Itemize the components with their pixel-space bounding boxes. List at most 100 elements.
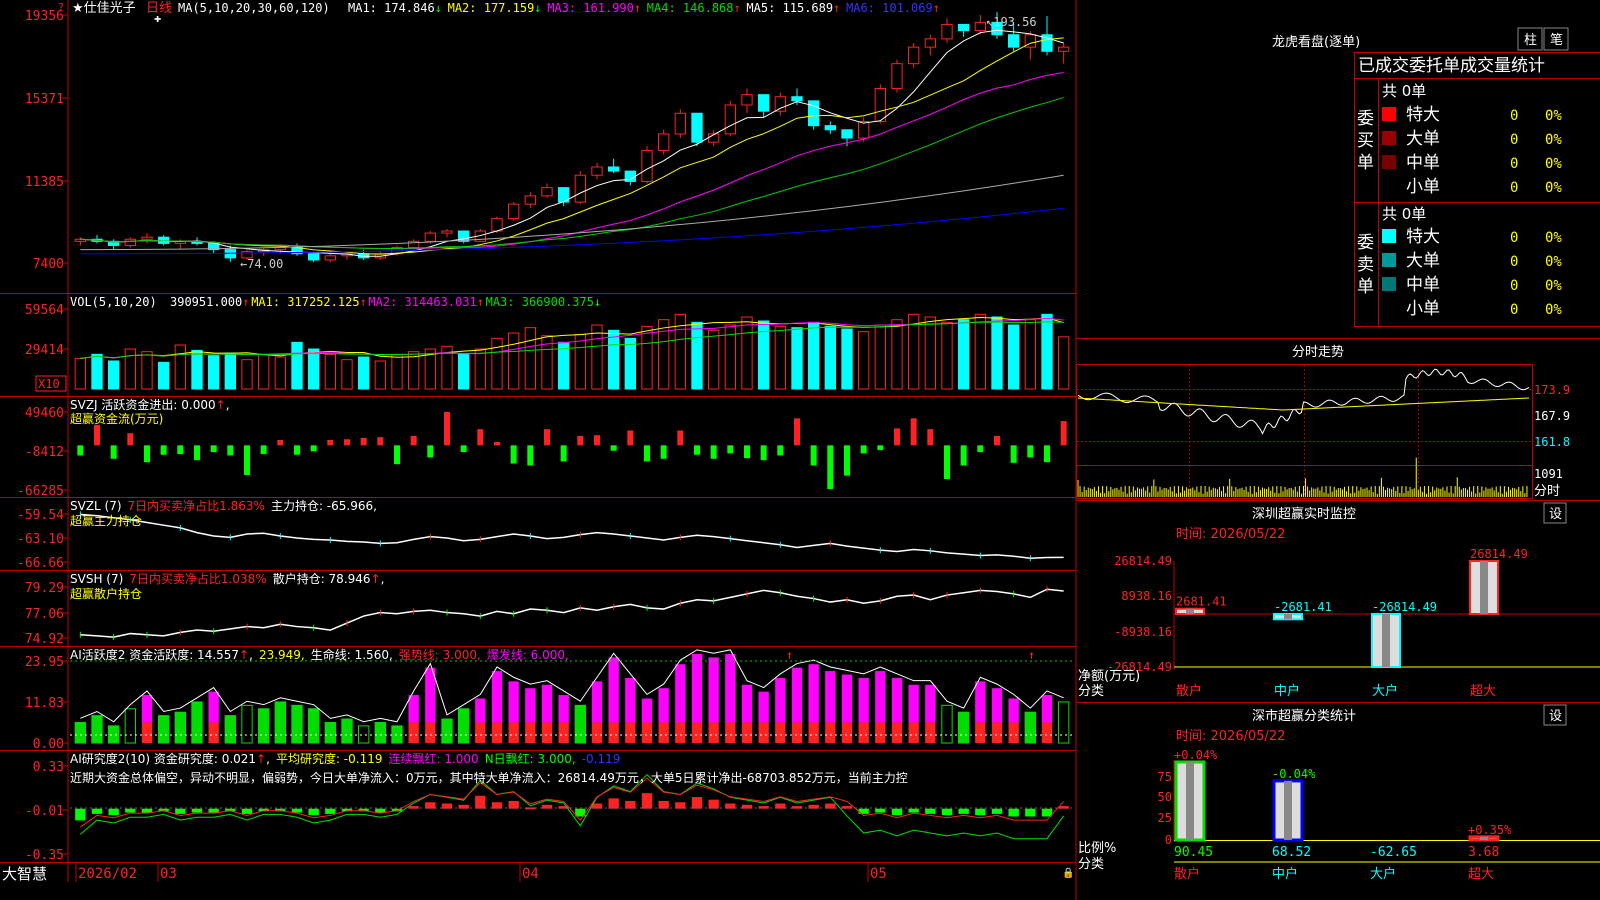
svzj-bar <box>477 429 484 446</box>
ai1-bar <box>775 677 786 723</box>
svsh-y-axis: 79.29 77.06 74.92 <box>25 581 68 647</box>
monitor-category: 散户 <box>1176 683 1202 699</box>
svsh-line <box>79 586 1064 641</box>
svzj-bar <box>227 445 234 456</box>
chart-mode-label[interactable]: 柱 <box>1524 33 1537 48</box>
ai1-bar <box>308 708 320 744</box>
y-tick-label: 29414 <box>25 343 64 358</box>
ai2-bar <box>1025 808 1036 817</box>
monitor-y-tick: 8938.16 <box>1121 589 1172 603</box>
pen-mode-label[interactable]: 笔 <box>1550 32 1563 48</box>
classify-change-label: +0.35% <box>1468 823 1512 837</box>
svzl-pane[interactable]: -59.54 -63.10 -66.66 SVZL (7) 7日内买卖净占比1.863… <box>17 498 1064 571</box>
ai-research-pane[interactable]: 0.33 -0.01 -0.35 AI研究度2(10) 资金研究度: 0.021↑,… <box>25 751 1072 863</box>
kline-pane[interactable]: 1935615371113857400 ★仕佳光子 日线 MA(5,10,20,… <box>25 1 1070 272</box>
ai1-bar <box>508 681 519 723</box>
ai2-bar <box>608 798 619 809</box>
ai1-bar <box>758 722 769 743</box>
candle-body <box>124 238 136 246</box>
ai1-bar <box>324 721 336 744</box>
volume-bar <box>974 313 987 390</box>
y-tick-label: 11.83 <box>25 696 64 711</box>
ai1-bar <box>491 671 503 723</box>
ai1-bar <box>1058 701 1070 744</box>
svsh-polyline <box>80 588 1064 638</box>
ai1-bar <box>625 677 636 723</box>
lhb-panel: 龙虎看盘(逐单) 柱 笔 已成交委托单成交量统计 委买单 委卖单 共 0单 共 … <box>1272 27 1600 327</box>
ai1-bar <box>641 698 653 723</box>
svzj-bar <box>360 437 367 446</box>
order-pct: 0% <box>1545 156 1562 172</box>
classify-bar-chart: 75 50 25 0 +0.04% 90.45 散户 -0.04% 68.52 中户 -62.65 大… <box>1158 748 1600 882</box>
ai2-bar <box>858 808 869 814</box>
volume-bar <box>391 353 403 390</box>
x-tick-label: 05 <box>870 866 887 882</box>
svsh-header: SVSH (7) 7日内买卖净占比1.038% 散户持仓: 78.946↑, <box>70 571 384 586</box>
realtime-monitor-panel[interactable]: 深圳超赢实时监控 设 时间: 2026/05/22 26814.49 8938.1… <box>1076 500 1600 700</box>
ai1-bar <box>891 722 903 743</box>
candle-body <box>524 195 537 205</box>
monitor-bar-shade <box>1480 561 1488 614</box>
order-count: 0 <box>1510 230 1518 246</box>
ai2-bar <box>125 808 136 813</box>
volume-bar <box>874 324 887 390</box>
ai1-bar <box>908 722 919 743</box>
x-tick-label: 2026/02 <box>78 866 137 882</box>
intraday-price-tick: 167.9 <box>1534 409 1570 423</box>
svzj-pane[interactable]: 49460 -8412 -66285 SVZJ 活跃资金进出: 0.000↑, 超赢… <box>17 397 1067 499</box>
volume-bar <box>324 353 336 390</box>
ai1-bar <box>725 653 736 723</box>
intraday-panel[interactable]: 分时走势 173.9 167.9 161.8 1091 分时 <box>1076 338 1600 500</box>
classify-category: 散户 <box>1174 866 1200 882</box>
ai1-bar <box>208 722 219 743</box>
volume-bar <box>374 360 386 390</box>
lhb-tabs[interactable]: 已成交委托单成交量统计 <box>1358 56 1545 76</box>
ai1-bar <box>391 725 403 744</box>
svzj-bar <box>1060 421 1067 446</box>
ai1-bar <box>491 722 503 743</box>
classify-settings-label[interactable]: 设 <box>1549 709 1562 724</box>
svzj-bar <box>677 430 684 446</box>
volume-bar <box>741 316 753 390</box>
monitor-settings-label[interactable]: 设 <box>1549 507 1562 522</box>
order-count: 0 <box>1510 278 1518 294</box>
ma-header-values: MA1: 174.846↓ MA2: 177.159↓ MA3: 161.990↑ M… <box>348 1 940 15</box>
classify-xlabel: 分类 <box>1078 857 1104 872</box>
candle-body <box>424 232 436 242</box>
ai2-bar <box>325 808 336 814</box>
svzj-bar <box>244 445 250 475</box>
svzj-bar <box>794 418 800 446</box>
svzj-bars <box>77 412 1067 490</box>
svzj-bar <box>177 445 184 455</box>
monitor-value-label: 26814.49 <box>1470 547 1528 561</box>
ai-activity-pane[interactable]: 23.95 11.83 0.00 AI活跃度2 资金活跃度: 14.557↑, 23.… <box>25 647 1072 752</box>
svzj-bar <box>327 439 334 446</box>
svzj-bar <box>210 445 217 453</box>
candle-body <box>758 94 770 112</box>
order-type-label: 中单 <box>1406 153 1440 173</box>
ai1-bar <box>708 722 719 743</box>
volume-pane[interactable]: 59564 29414 VOL(5,10,20) 390951.000↑ MA1: … <box>25 295 1070 392</box>
ai1-bar <box>991 722 1003 743</box>
candle-body <box>324 255 336 261</box>
app-brand: 大智慧 <box>2 865 47 883</box>
ai1-bar <box>124 708 136 744</box>
volume-bar <box>74 357 86 390</box>
candle-body <box>574 174 587 203</box>
ai1-bar <box>591 681 603 723</box>
ai1-bar <box>258 708 270 744</box>
svzj-bar <box>194 445 200 461</box>
volume-bar <box>708 329 720 390</box>
svzl-y-axis: -59.54 -63.10 -66.66 <box>17 508 68 571</box>
intraday-title: 分时走势 <box>1292 344 1344 360</box>
ai1-bar <box>558 695 569 723</box>
volume-bar <box>458 353 470 390</box>
classify-panel[interactable]: 深市超赢分类统计 设 时间: 2026/05/22 75 50 25 0 +0.04% 9… <box>1076 702 1600 883</box>
ma-line <box>80 174 1064 251</box>
sell-side-label: 委卖单 <box>1357 233 1374 297</box>
svsh-pane[interactable]: 79.29 77.06 74.92 SVSH (7) 7日内买卖净占比1.038% 散户… <box>25 571 1064 647</box>
ai2-bar <box>708 799 719 809</box>
ai1-bar <box>525 688 536 723</box>
order-color-swatch <box>1382 277 1396 291</box>
volume-bar <box>158 361 170 390</box>
